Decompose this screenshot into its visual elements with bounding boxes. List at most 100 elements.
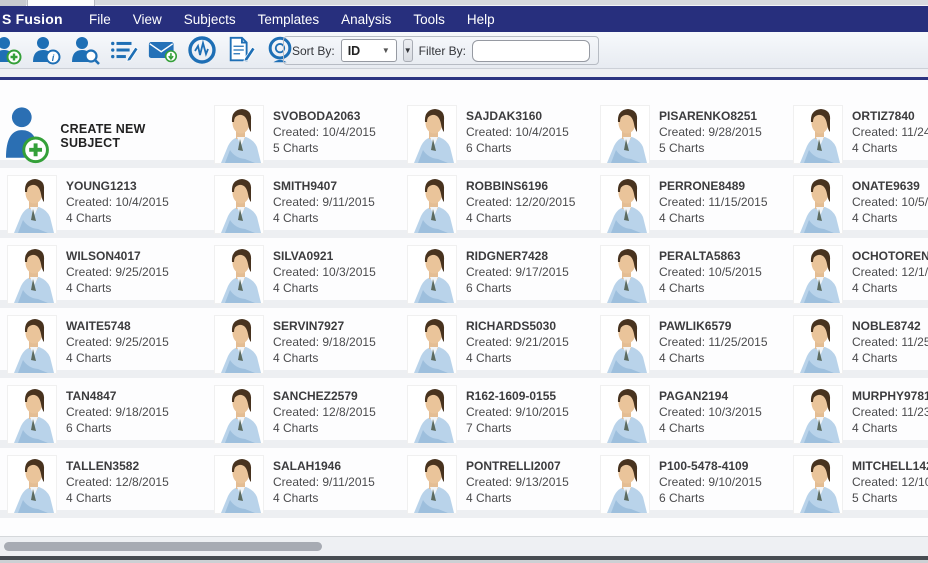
subject-created: Created: 10/3/2015 — [273, 264, 376, 280]
subject-avatar — [215, 456, 263, 513]
subject-name: SMITH9407 — [273, 178, 375, 194]
subject-card[interactable]: PONTRELLI2007 Created: 9/13/2015 4 Chart… — [400, 448, 593, 518]
subject-card[interactable]: MURPHY9781 Created: 11/23/2 4 Charts — [786, 378, 928, 448]
mail-export-button[interactable] — [148, 35, 178, 65]
subject-name: TAN4847 — [66, 388, 169, 404]
menu-item[interactable]: Templates — [247, 8, 331, 31]
subject-chart-count: 4 Charts — [273, 350, 376, 366]
waveform-button[interactable] — [187, 35, 217, 65]
subject-name: R162-1609-0155 — [466, 388, 569, 404]
subject-card[interactable]: YOUNG1213 Created: 10/4/2015 4 Charts — [0, 168, 207, 238]
subject-avatar — [408, 456, 456, 513]
subject-card[interactable]: ONATE9639 Created: 10/5/20 4 Charts — [786, 168, 928, 238]
subject-created: Created: 9/28/2015 — [659, 124, 762, 140]
menu-item[interactable]: File — [78, 8, 122, 31]
subject-card[interactable]: SERVIN7927 Created: 9/18/2015 4 Charts — [207, 308, 400, 378]
mail-export-icon — [148, 35, 178, 65]
subject-card[interactable]: PERALTA5863 Created: 10/5/2015 4 Charts — [593, 238, 786, 308]
subject-card[interactable]: SVOBODA2063 Created: 10/4/2015 5 Charts — [207, 98, 400, 168]
subject-grid: CREATE NEW SUBJECT SVOBODA2063 Created: … — [0, 98, 928, 518]
subject-avatar — [8, 246, 56, 303]
subject-card[interactable]: SALAH1946 Created: 9/11/2015 4 Charts — [207, 448, 400, 518]
subject-card[interactable]: ROBBINS6196 Created: 12/20/2015 4 Charts — [400, 168, 593, 238]
subject-chart-count: 4 Charts — [852, 280, 928, 296]
add-subject-button[interactable] — [0, 35, 22, 65]
subject-card[interactable]: NOBLE8742 Created: 11/25/2 4 Charts — [786, 308, 928, 378]
subject-avatar — [8, 456, 56, 513]
subject-created: Created: 9/25/2015 — [66, 264, 169, 280]
subject-chart-count: 4 Charts — [659, 420, 762, 436]
sort-direction-button[interactable]: ▼ — [403, 39, 413, 62]
subject-name: ROBBINS6196 — [466, 178, 575, 194]
subject-created: Created: 11/15/2015 — [659, 194, 768, 210]
subject-card[interactable]: PAGAN2194 Created: 10/3/2015 4 Charts — [593, 378, 786, 448]
subject-text: ROBBINS6196 Created: 12/20/2015 4 Charts — [466, 176, 575, 226]
create-new-subject-button[interactable]: CREATE NEW SUBJECT — [0, 98, 207, 168]
menu-item[interactable]: Tools — [402, 8, 456, 31]
subject-text: ORTIZ7840 Created: 11/24/2 4 Charts — [852, 106, 928, 156]
subject-card[interactable]: MITCHELL1429 Created: 12/10/2 5 Charts — [786, 448, 928, 518]
subject-card[interactable]: R162-1609-0155 Created: 9/10/2015 7 Char… — [400, 378, 593, 448]
subject-avatar — [601, 176, 649, 233]
subject-chart-count: 4 Charts — [273, 210, 375, 226]
subject-card[interactable]: P100-5478-4109 Created: 9/10/2015 6 Char… — [593, 448, 786, 518]
subject-created: Created: 12/10/2 — [852, 474, 928, 490]
subject-name: MURPHY9781 — [852, 388, 928, 404]
subject-created: Created: 9/10/2015 — [659, 474, 762, 490]
subject-created: Created: 9/18/2015 — [66, 404, 169, 420]
sort-by-dropdown[interactable]: ID ▼ — [341, 39, 397, 62]
subject-card[interactable]: PAWLIK6579 Created: 11/25/2015 4 Charts — [593, 308, 786, 378]
subject-chart-count: 4 Charts — [852, 210, 928, 226]
subject-avatar — [408, 316, 456, 373]
subject-avatar — [794, 106, 842, 163]
edit-document-button[interactable] — [226, 35, 256, 65]
subject-card[interactable]: TALLEN3582 Created: 12/8/2015 4 Charts — [0, 448, 207, 518]
subject-card[interactable]: PERRONE8489 Created: 11/15/2015 4 Charts — [593, 168, 786, 238]
filter-input[interactable] — [472, 40, 590, 62]
subject-search-button[interactable] — [70, 35, 100, 65]
subject-card[interactable]: WILSON4017 Created: 9/25/2015 4 Charts — [0, 238, 207, 308]
subject-text: R162-1609-0155 Created: 9/10/2015 7 Char… — [466, 386, 569, 436]
add-subject-icon — [0, 35, 22, 65]
subject-created: Created: 10/5/2015 — [659, 264, 762, 280]
subject-avatar — [215, 386, 263, 443]
edit-list-button[interactable] — [109, 35, 139, 65]
subject-card[interactable]: PISARENKO8251 Created: 9/28/2015 5 Chart… — [593, 98, 786, 168]
horizontal-scrollbar[interactable] — [0, 536, 928, 556]
subject-card[interactable]: OCHOTORENA2 Created: 12/1/20 4 Charts — [786, 238, 928, 308]
subject-created: Created: 11/24/2 — [852, 124, 928, 140]
subject-created: Created: 9/13/2015 — [466, 474, 569, 490]
subject-created: Created: 9/11/2015 — [273, 474, 375, 490]
subject-card[interactable]: ORTIZ7840 Created: 11/24/2 4 Charts — [786, 98, 928, 168]
subject-card[interactable]: SAJDAK3160 Created: 10/4/2015 6 Charts — [400, 98, 593, 168]
horizontal-scrollbar-thumb[interactable] — [4, 542, 322, 551]
subject-card[interactable]: SILVA0921 Created: 10/3/2015 4 Charts — [207, 238, 400, 308]
menu-items: File View Subjects Templates Analysis To… — [78, 8, 506, 31]
subject-avatar — [408, 246, 456, 303]
subject-created: Created: 11/25/2 — [852, 334, 928, 350]
subject-card[interactable]: TAN4847 Created: 9/18/2015 6 Charts — [0, 378, 207, 448]
subject-card[interactable]: SMITH9407 Created: 9/11/2015 4 Charts — [207, 168, 400, 238]
subject-info-icon: i — [31, 35, 61, 65]
subject-text: TALLEN3582 Created: 12/8/2015 4 Charts — [66, 456, 169, 506]
subject-text: YOUNG1213 Created: 10/4/2015 4 Charts — [66, 176, 169, 226]
menu-item[interactable]: View — [122, 8, 173, 31]
subject-name: RIDGNER7428 — [466, 248, 569, 264]
subject-text: TAN4847 Created: 9/18/2015 6 Charts — [66, 386, 169, 436]
sort-filter-group: Sort By: ID ▼ ▼ Filter By: — [283, 36, 599, 65]
menu-item[interactable]: Subjects — [173, 8, 247, 31]
sort-by-value: ID — [348, 44, 361, 58]
subject-chart-count: 6 Charts — [659, 490, 762, 506]
menu-item[interactable]: Analysis — [330, 8, 402, 31]
subject-avatar — [794, 456, 842, 513]
menu-item[interactable]: Help — [456, 8, 506, 31]
subject-name: PISARENKO8251 — [659, 108, 762, 124]
subject-card[interactable]: RICHARDS5030 Created: 9/21/2015 4 Charts — [400, 308, 593, 378]
subject-card[interactable]: SANCHEZ2579 Created: 12/8/2015 4 Charts — [207, 378, 400, 448]
subject-avatar — [8, 386, 56, 443]
subject-card[interactable]: RIDGNER7428 Created: 9/17/2015 6 Charts — [400, 238, 593, 308]
subject-name: SALAH1946 — [273, 458, 375, 474]
subject-info-button[interactable]: i — [31, 35, 61, 65]
subject-created: Created: 9/21/2015 — [466, 334, 569, 350]
subject-card[interactable]: WAITE5748 Created: 9/25/2015 4 Charts — [0, 308, 207, 378]
